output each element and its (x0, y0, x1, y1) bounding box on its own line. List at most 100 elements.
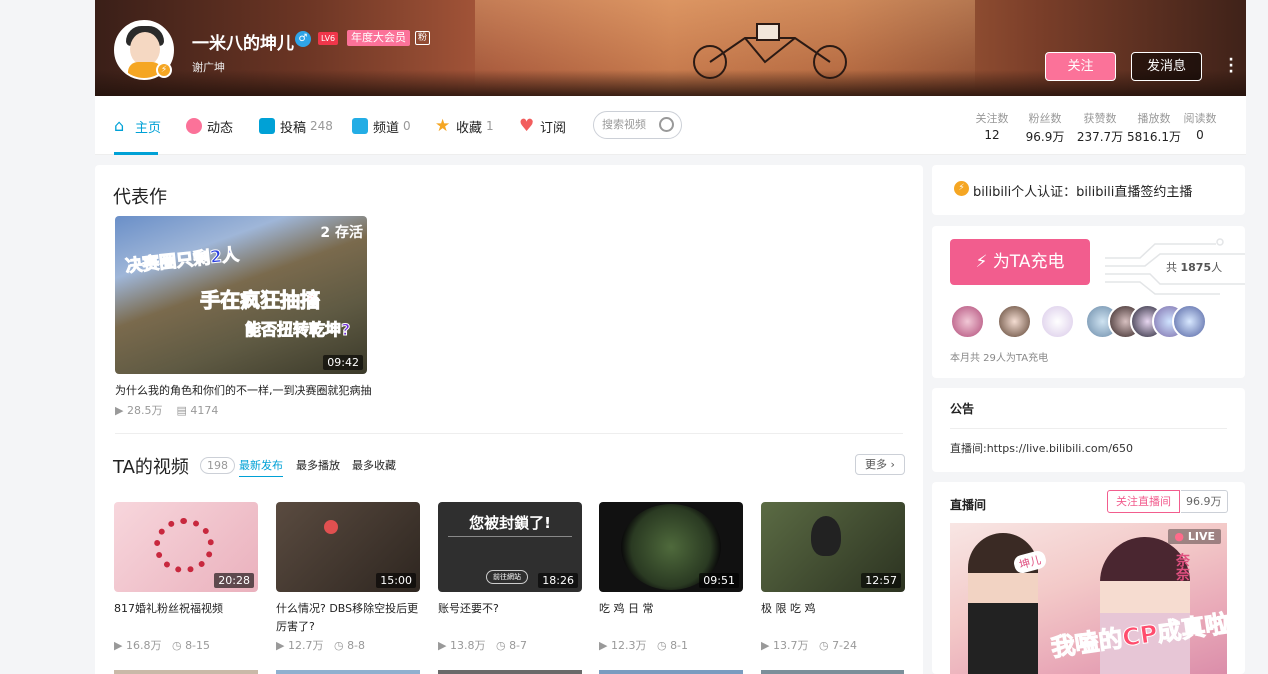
fan-badge: 粉 (415, 31, 431, 45)
play-count: 13.8万 (449, 639, 486, 652)
stat-value: 237.7万 (1076, 130, 1124, 144)
search-icon[interactable] (659, 117, 674, 132)
live-badge: ● LIVE (1168, 529, 1221, 544)
stat-plays: 播放数 5816.1万 (1126, 110, 1182, 145)
main-content: 代表作 2 存活 决赛圈只剩2人 手在疯狂抽搐 能否扭转乾坤? 09:42 为什… (95, 165, 923, 674)
more-label: 更多 (865, 458, 888, 471)
supporter-avatar[interactable] (1172, 304, 1207, 339)
video-thumbnail[interactable]: 15:00 (276, 502, 420, 592)
videos-heading: TA的视频 (113, 457, 189, 478)
video-title[interactable]: 账号还要不? (438, 600, 499, 616)
live-cover-image[interactable]: 坤儿 奈奈 ● LIVE 我嗑的CP成真啦! (950, 523, 1227, 674)
tab-home[interactable]: ⌂ 主页 (114, 116, 161, 136)
tab-most-favorited[interactable]: 最多收藏 (352, 457, 396, 473)
stat-reads: 阅读数 0 (1182, 110, 1218, 142)
star-icon: ★ (435, 116, 451, 136)
supporter-avatar[interactable] (1040, 304, 1075, 339)
more-videos-button[interactable]: 更多 › (855, 454, 905, 475)
video-thumbnail[interactable]: 09:51 (599, 502, 743, 592)
tab-favorites-label: 收藏 (456, 120, 483, 136)
charge-month-text: 本月共 29人为TA充电 (950, 353, 1049, 364)
video-meta: ▶ 12.7万 ◷ 8-8 (276, 639, 366, 652)
tab-posts[interactable]: 投稿 248 (259, 116, 333, 136)
notice-heading: 公告 (950, 402, 975, 416)
chevron-right-icon: › (890, 458, 895, 471)
charge-button[interactable]: ⚡ 为TA充电 (950, 239, 1090, 285)
live-dot-icon: ● (1174, 530, 1185, 543)
video-title[interactable]: 吃 鸡 日 常 (599, 600, 654, 616)
publish-date: 8-8 (347, 639, 366, 652)
level-badge[interactable]: LV6 (318, 32, 339, 45)
next-row-thumbnails (114, 670, 904, 674)
representative-heading: 代表作 (113, 187, 167, 208)
send-message-button[interactable]: 发消息 (1131, 52, 1202, 81)
section-divider (115, 433, 903, 434)
play-count: 13.7万 (772, 639, 809, 652)
publish-date: 8-7 (509, 639, 528, 652)
video-title[interactable]: 817婚礼粉丝祝福视频 (114, 600, 223, 616)
tab-most-played[interactable]: 最多播放 (296, 457, 340, 473)
charge-bolt-icon: ⚡ (975, 252, 988, 272)
male-gender-icon: ♂ (295, 31, 311, 47)
play-count: 16.8万 (125, 639, 162, 652)
stat-label: 关注数 (975, 112, 1009, 125)
username: 一米八的坤儿 (192, 34, 294, 54)
search-placeholder: 搜索视频 (602, 118, 646, 131)
publish-date: 7-24 (832, 639, 858, 652)
charge-total: 共 1875人 (1166, 259, 1222, 275)
flower-icon (186, 118, 202, 134)
thumb-caption-3: 能否扭转乾坤? (244, 320, 351, 340)
video-search-input[interactable]: 搜索视频 (593, 111, 682, 139)
video-title-line2[interactable]: 厉害了? (276, 618, 315, 634)
follow-live-button[interactable]: 关注直播间 (1107, 490, 1180, 513)
video-duration: 18:26 (538, 573, 578, 588)
lightning-icon: ⚡ (954, 181, 969, 196)
publish-date: 8-1 (670, 639, 689, 652)
tab-posts-count: 248 (310, 119, 333, 133)
follow-button[interactable]: 关注 (1045, 52, 1116, 81)
user-signature: 谢广坤 (192, 61, 225, 74)
representative-thumbnail[interactable]: 2 存活 决赛圈只剩2人 手在疯狂抽搐 能否扭转乾坤? 09:42 (115, 216, 367, 374)
video-thumbnail[interactable]: 12:57 (761, 502, 905, 592)
live-room-panel: 直播间 关注直播间 96.9万 坤儿 奈奈 ● LIVE 我嗑的CP成真啦! (932, 482, 1245, 674)
video-duration: 09:42 (323, 355, 363, 370)
stat-fans[interactable]: 粉丝数 96.9万 (1025, 110, 1065, 145)
tab-channels[interactable]: 频道 0 (352, 116, 411, 136)
tab-latest[interactable]: 最新发布 (239, 457, 283, 473)
stat-label: 粉丝数 (1028, 112, 1062, 125)
live-follower-count: 96.9万 (1181, 490, 1228, 513)
video-count-badge: 198 (200, 457, 235, 474)
video-duration: 09:51 (699, 573, 739, 588)
tab-favorites[interactable]: ★ 收藏 1 (435, 116, 494, 136)
stat-following[interactable]: 关注数 12 (972, 110, 1012, 142)
vip-badge[interactable]: 年度大会员 (347, 30, 410, 46)
tab-home-label: 主页 (135, 120, 162, 136)
active-tab-indicator (114, 152, 158, 155)
overlay-button: 前往網站 (486, 570, 528, 584)
alive-count-tag: 2 存活 (320, 225, 363, 241)
publish-date: 8-15 (185, 639, 211, 652)
video-title[interactable]: 极 限 吃 鸡 (761, 600, 816, 616)
tab-dynamic[interactable]: 动态 (186, 116, 233, 136)
video-duration: 20:28 (214, 573, 254, 588)
more-options-icon[interactable]: · · · (1226, 53, 1236, 79)
tab-subscribe[interactable]: ♥ 订阅 (519, 116, 566, 136)
video-title[interactable]: 什么情况? DBS移除空投后更 (276, 600, 418, 616)
tab-posts-label: 投稿 (280, 120, 307, 136)
stat-value: 0 (1196, 128, 1204, 142)
player-figure (324, 520, 338, 534)
play-count: 12.7万 (287, 639, 324, 652)
stat-value: 12 (984, 128, 1000, 142)
tab-favorites-count: 1 (486, 119, 494, 133)
representative-title[interactable]: 为什么我的角色和你们的不一样,一到决赛圈就犯病抽 (115, 382, 372, 398)
video-meta: ▶ 13.7万 ◷ 7-24 (761, 639, 858, 652)
video-post-icon (259, 118, 275, 134)
supporter-avatar[interactable] (950, 304, 985, 339)
character-tag-2: 奈奈 (1174, 553, 1190, 581)
video-thumbnail[interactable]: 20:28 (114, 502, 258, 592)
thumb-caption-2: 手在疯狂抽搐 (200, 288, 321, 313)
tab-channels-label: 频道 (373, 120, 400, 136)
supporter-avatar[interactable] (997, 304, 1032, 339)
video-thumbnail[interactable]: 您被封鎖了! 前往網站 18:26 (438, 502, 582, 592)
stat-label: 播放数 (1137, 112, 1171, 125)
